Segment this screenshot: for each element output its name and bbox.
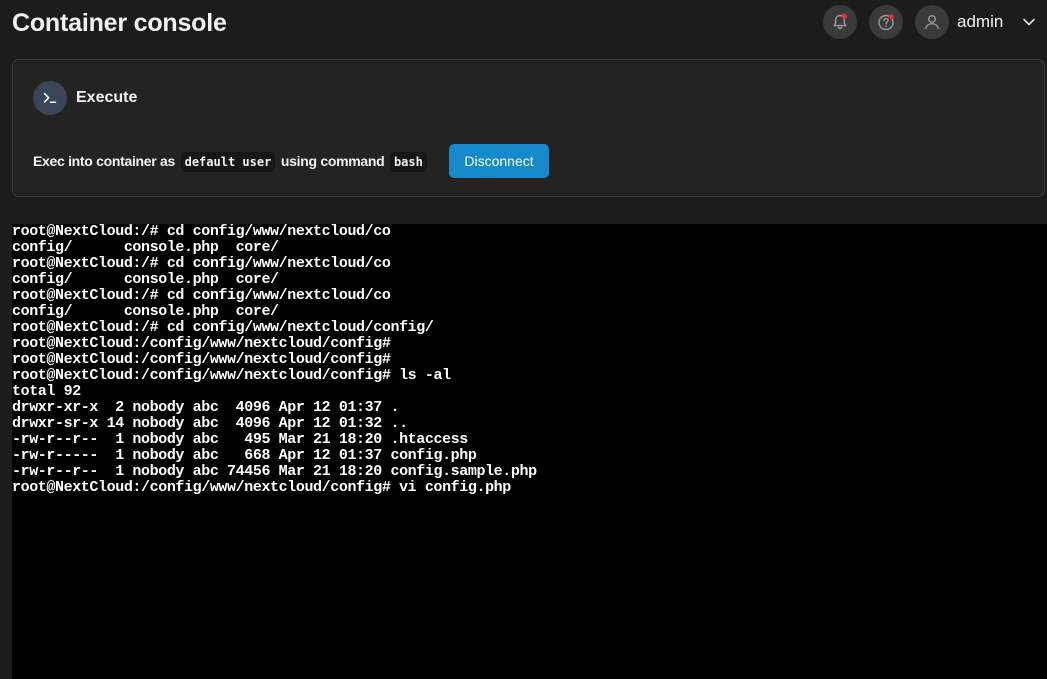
terminal-line: drwxr-xr-x 2 nobody abc 4096 Apr 12 01:3… [12, 399, 400, 416]
terminal-line: root@NextCloud:/config/www/nextcloud/con… [12, 367, 451, 384]
terminal-line: root@NextCloud:/config/www/nextcloud/con… [12, 335, 391, 352]
app-header: Container console admin [0, 0, 1047, 48]
execute-title: Execute [76, 89, 138, 106]
terminal-line: total 92 [12, 383, 81, 400]
terminal-line: drwxr-sr-x 14 nobody abc 4096 Apr 12 01:… [12, 415, 408, 432]
terminal-line: root@NextCloud:/# cd config/www/nextclou… [12, 255, 391, 272]
terminal-output: root@NextCloud:/# cd config/www/nextclou… [12, 224, 1047, 496]
execute-card: Execute Exec into container as default u… [12, 59, 1045, 197]
exec-mid-text: using command [280, 153, 385, 169]
terminal-line: root@NextCloud:/# cd config/www/nextclou… [12, 319, 434, 336]
exec-command-code: bash [389, 152, 427, 172]
terminal-line: root@NextCloud:/config/www/nextcloud/con… [12, 479, 511, 496]
avatar[interactable] [915, 5, 949, 39]
terminal-line: -rw-r--r-- 1 nobody abc 74456 Mar 21 18:… [12, 463, 537, 480]
terminal[interactable]: root@NextCloud:/# cd config/www/nextclou… [12, 224, 1047, 679]
terminal-line: config/ console.php core/ [12, 271, 279, 288]
terminal-line: -rw-r--r-- 1 nobody abc 495 Mar 21 18:20… [12, 431, 468, 448]
terminal-line: root@NextCloud:/# cd config/www/nextclou… [12, 224, 391, 240]
bell-icon [833, 13, 847, 30]
exec-prefix-text: Exec into container as [33, 153, 176, 169]
terminal-prompt-icon [43, 92, 57, 103]
page-title: Container console [12, 9, 227, 37]
chevron-down-icon[interactable] [1021, 14, 1037, 30]
terminal-line: root@NextCloud:/config/www/nextcloud/con… [12, 351, 391, 368]
terminal-line: root@NextCloud:/# cd config/www/nextclou… [12, 287, 391, 304]
username[interactable]: admin [957, 11, 1003, 33]
notifications-button[interactable] [823, 5, 857, 39]
exec-description: Exec into container as default user usin… [33, 150, 429, 172]
terminal-line: config/ console.php core/ [12, 303, 279, 320]
terminal-line: -rw-r----- 1 nobody abc 668 Apr 12 01:37… [12, 447, 477, 464]
user-icon [925, 15, 939, 30]
terminal-line: config/ console.php core/ [12, 239, 279, 256]
disconnect-button[interactable]: Disconnect [449, 144, 549, 178]
execute-icon-badge [33, 81, 67, 115]
help-icon [878, 14, 894, 31]
help-button[interactable] [869, 5, 903, 39]
exec-user-code: default user [180, 152, 276, 172]
